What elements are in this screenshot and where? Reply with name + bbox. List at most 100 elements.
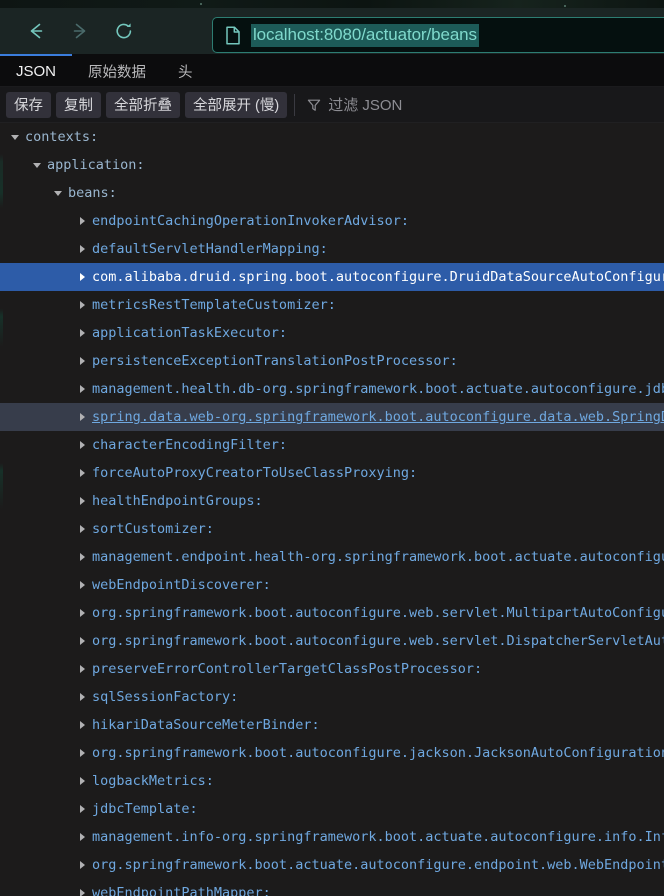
chevron-right-icon[interactable] <box>75 711 89 739</box>
json-tree-row[interactable]: logbackMetrics: <box>0 767 664 795</box>
json-tree-row-label: org.springframework.boot.autoconfigure.w… <box>92 605 664 621</box>
json-tree-row[interactable]: characterEncodingFilter: <box>0 431 664 459</box>
json-tree-row[interactable]: defaultServletHandlerMapping: <box>0 235 664 263</box>
chevron-right-icon[interactable] <box>75 291 89 319</box>
json-tree-row-label: application: <box>47 157 145 173</box>
json-viewer-toolbar: 保存 复制 全部折叠 全部展开 (慢) 过滤 JSON <box>0 87 664 123</box>
forward-arrow-icon <box>69 20 91 42</box>
chevron-right-icon[interactable] <box>75 571 89 599</box>
json-tree-row[interactable]: forceAutoProxyCreatorToUseClassProxying: <box>0 459 664 487</box>
expand-all-button[interactable]: 全部展开 (慢) <box>185 91 288 118</box>
json-tree-row-label: healthEndpointGroups: <box>92 493 263 509</box>
json-tree-row[interactable]: com.alibaba.druid.spring.boot.autoconfig… <box>0 263 664 291</box>
json-tree-row[interactable]: webEndpointDiscoverer: <box>0 571 664 599</box>
json-tree-row[interactable]: management.health.db-org.springframework… <box>0 375 664 403</box>
desktop-speck <box>200 3 202 5</box>
chevron-right-icon[interactable] <box>75 515 89 543</box>
json-tree-row-label: webEndpointDiscoverer: <box>92 577 271 593</box>
chevron-right-icon[interactable] <box>75 375 89 403</box>
collapse-all-button[interactable]: 全部折叠 <box>106 91 180 118</box>
tab-raw-data[interactable]: 原始数据 <box>72 54 162 86</box>
json-tree-row[interactable]: application: <box>0 151 664 179</box>
json-tree-row-label: sortCustomizer: <box>92 521 214 537</box>
json-tree-row[interactable]: endpointCachingOperationInvokerAdvisor: <box>0 207 664 235</box>
chevron-right-icon[interactable] <box>75 207 89 235</box>
json-tree-row[interactable]: hikariDataSourceMeterBinder: <box>0 711 664 739</box>
back-button[interactable] <box>18 15 54 47</box>
tab-headers[interactable]: 头 <box>162 54 209 86</box>
chevron-right-icon[interactable] <box>75 459 89 487</box>
json-tree-row[interactable]: healthEndpointGroups: <box>0 487 664 515</box>
json-tree-row[interactable]: management.endpoint.health-org.springfra… <box>0 543 664 571</box>
json-tree-row[interactable]: webEndpointPathMapper: <box>0 879 664 896</box>
json-tree-panel[interactable]: contexts: application: beans: endpointCachi… <box>0 123 664 896</box>
chevron-right-icon[interactable] <box>75 683 89 711</box>
chevron-right-icon[interactable] <box>75 823 89 851</box>
json-tree-row[interactable]: management.info-org.springframework.boot… <box>0 823 664 851</box>
json-tree-row[interactable]: org.springframework.boot.actuate.autocon… <box>0 851 664 879</box>
address-bar[interactable]: localhost:8080/actuator/beans <box>212 17 664 53</box>
json-tree-row[interactable]: jdbcTemplate: <box>0 795 664 823</box>
chevron-right-icon[interactable] <box>75 739 89 767</box>
json-tree-row-label: logbackMetrics: <box>92 773 214 789</box>
json-tree-row[interactable]: beans: <box>0 179 664 207</box>
chevron-right-icon[interactable] <box>75 319 89 347</box>
json-tree-row-label: management.endpoint.health-org.springfra… <box>92 549 664 565</box>
chevron-right-icon[interactable] <box>75 627 89 655</box>
tab-raw-data-label: 原始数据 <box>88 64 147 81</box>
json-tree-row-label: org.springframework.boot.autoconfigure.w… <box>92 633 664 649</box>
chevron-right-icon[interactable] <box>75 767 89 795</box>
json-tree-row[interactable]: sortCustomizer: <box>0 515 664 543</box>
json-tree-row-label: endpointCachingOperationInvokerAdvisor: <box>92 213 409 229</box>
json-viewer-tabs: JSON 原始数据 头 <box>0 54 664 87</box>
json-tree-row[interactable]: metricsRestTemplateCustomizer: <box>0 291 664 319</box>
json-tree-row-label: defaultServletHandlerMapping: <box>92 241 328 257</box>
chevron-right-icon[interactable] <box>75 599 89 627</box>
json-tree-row[interactable]: sqlSessionFactory: <box>0 683 664 711</box>
json-tree-row[interactable]: preserveErrorControllerTargetClassPostPr… <box>0 655 664 683</box>
chevron-right-icon[interactable] <box>75 795 89 823</box>
chevron-down-icon[interactable] <box>30 151 44 179</box>
chevron-right-icon[interactable] <box>75 655 89 683</box>
chevron-right-icon[interactable] <box>75 347 89 375</box>
json-tree-row-label: jdbcTemplate: <box>92 801 198 817</box>
tab-json-label: JSON <box>16 62 57 80</box>
tab-headers-label: 头 <box>178 64 193 81</box>
json-tree-row[interactable]: persistenceExceptionTranslationPostProce… <box>0 347 664 375</box>
reload-icon <box>113 20 135 42</box>
chevron-down-icon[interactable] <box>8 123 22 151</box>
back-arrow-icon <box>25 20 47 42</box>
json-tree-row-label: applicationTaskExecutor: <box>92 325 288 341</box>
chevron-right-icon[interactable] <box>75 879 89 896</box>
chevron-right-icon[interactable] <box>75 263 89 291</box>
tab-json[interactable]: JSON <box>0 54 73 86</box>
json-tree-row[interactable]: org.springframework.boot.autoconfigure.w… <box>0 627 664 655</box>
json-tree-row[interactable]: org.springframework.boot.autoconfigure.w… <box>0 599 664 627</box>
chevron-right-icon[interactable] <box>75 851 89 879</box>
chevron-down-icon[interactable] <box>51 179 65 207</box>
json-tree-row-label: management.health.db-org.springframework… <box>92 381 664 397</box>
json-tree-row[interactable]: org.springframework.boot.autoconfigure.j… <box>0 739 664 767</box>
reload-button[interactable] <box>106 15 142 47</box>
chevron-right-icon[interactable] <box>75 431 89 459</box>
forward-button[interactable] <box>62 15 98 47</box>
json-tree-row-label: webEndpointPathMapper: <box>92 885 271 896</box>
chevron-right-icon[interactable] <box>75 487 89 515</box>
chevron-right-icon[interactable] <box>75 403 89 431</box>
json-tree-row-label: spring.data.web-org.springframework.boot… <box>92 409 664 425</box>
desktop-speck <box>564 5 566 7</box>
address-bar-url[interactable]: localhost:8080/actuator/beans <box>251 23 479 47</box>
json-tree-row[interactable]: contexts: <box>0 123 664 151</box>
json-tree-row-label: preserveErrorControllerTargetClassPostPr… <box>92 661 483 677</box>
copy-button[interactable]: 复制 <box>56 91 101 118</box>
filter-json-input[interactable]: 过滤 JSON <box>300 90 664 120</box>
json-tree-row-label: org.springframework.boot.actuate.autocon… <box>92 857 664 873</box>
json-tree-row[interactable]: spring.data.web-org.springframework.boot… <box>0 403 664 431</box>
toolbar-divider <box>294 93 296 116</box>
chevron-right-icon[interactable] <box>75 235 89 263</box>
json-tree-row-label: hikariDataSourceMeterBinder: <box>92 717 320 733</box>
chevron-right-icon[interactable] <box>75 543 89 571</box>
json-tree-row[interactable]: applicationTaskExecutor: <box>0 319 664 347</box>
save-button[interactable]: 保存 <box>6 91 51 118</box>
json-tree-rows: contexts: application: beans: endpointCachi… <box>0 123 664 896</box>
